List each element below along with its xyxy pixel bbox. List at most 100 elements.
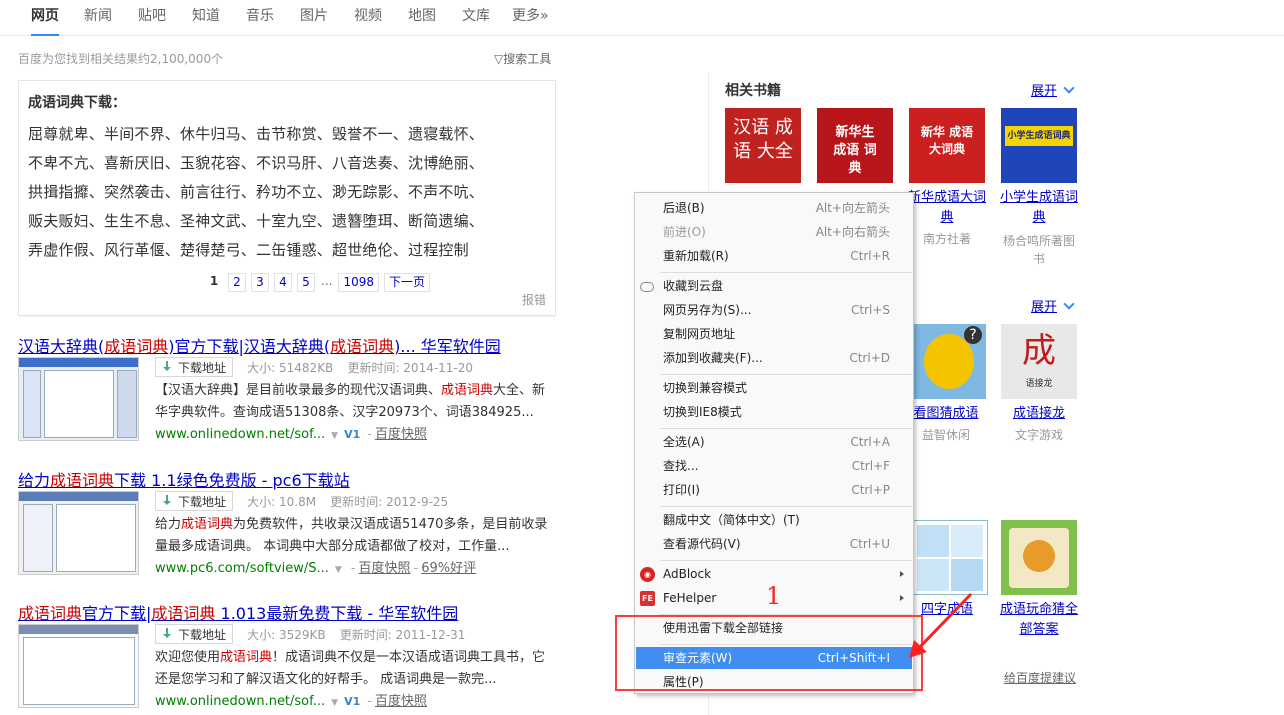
page-link[interactable]: 5: [297, 272, 315, 292]
menu-item-save-to-cloud[interactable]: 收藏到云盘: [636, 275, 912, 297]
search-result: 汉语大辞典(成语词典)官方下载|汉语大辞典(成语词典)... 华军软件园 下载地…: [18, 333, 558, 447]
app-icon[interactable]: [1001, 520, 1077, 595]
result-url[interactable]: www.pc6.com/softview/S...: [155, 561, 329, 576]
game-icon[interactable]: 成 语接龙: [1001, 324, 1077, 399]
menu-item-copy-url[interactable]: 复制网页地址: [636, 323, 912, 345]
idiom-row[interactable]: 弄虚作假、风行革偃、楚得楚弓、二缶锺惑、超世绝伦、过程控制: [28, 239, 469, 260]
idiom-download-card: 成语词典下载： 屈尊就卑、半间不界、休牛归马、击节称赏、毁誉不一、遗寝载怀、 不…: [18, 80, 556, 316]
related-books-title: 相关书籍: [725, 83, 781, 99]
book-cover[interactable]: 小学生成语词典: [1001, 108, 1077, 183]
idiom-row[interactable]: 贩夫贩妇、生生不息、圣神文武、十室九空、遗簪堕珥、断简遗编、: [28, 210, 484, 231]
result-thumbnail[interactable]: [18, 491, 139, 575]
game-category: 益智休闲: [921, 428, 970, 442]
result-url[interactable]: www.onlinedown.net/sof...: [155, 427, 325, 442]
menu-item-properties[interactable]: 属性(P): [636, 671, 912, 693]
idiom-row[interactable]: 拱揖指攠、突然袭击、前言往行、矜功不立、渺无踪影、不声不吭、: [28, 181, 484, 202]
game-title-link[interactable]: 成语接龙: [999, 404, 1079, 424]
tab-video[interactable]: 视频: [354, 6, 382, 36]
game-icon[interactable]: ?: [910, 324, 986, 399]
tab-music[interactable]: 音乐: [246, 6, 274, 36]
page-link[interactable]: 1098: [338, 272, 379, 292]
result-title-link[interactable]: 汉语大辞典(成语词典)官方下载|汉语大辞典(成语词典)... 华军软件园: [18, 333, 558, 356]
menu-item-inspect-element[interactable]: 审查元素(W) Ctrl+Shift+I: [636, 647, 912, 669]
app-icon[interactable]: [912, 520, 988, 595]
search-result: 给力成语词典下载 1.1绿色免费版 - pc6下载站 下载地址 大小: 10.8…: [18, 467, 558, 581]
search-tools-button[interactable]: ▽搜索工具: [494, 50, 551, 67]
book-cover-text: 新华 成语大词典: [920, 125, 974, 156]
idiom-pager: 1 2 3 4 5 ... 1098 下一页: [205, 272, 431, 292]
idiom-row[interactable]: 屈尊就卑、半间不界、休牛归马、击节称赏、毁誉不一、遗寝载怀、: [28, 123, 484, 144]
result-thumbnail[interactable]: [18, 624, 139, 708]
book-cover[interactable]: 新华 成语大词典: [909, 108, 985, 183]
expand-books-link[interactable]: 展开: [1031, 80, 1075, 99]
menu-item-reload[interactable]: 重新加载(R) Ctrl+R: [636, 245, 912, 267]
report-error-link[interactable]: 报错: [522, 291, 546, 308]
feedback-link[interactable]: 给百度提建议: [1004, 669, 1076, 686]
dropdown-caret-icon[interactable]: ▼: [331, 431, 338, 441]
book-cover-text: 汉语 成语 大全: [733, 117, 793, 162]
next-page-link[interactable]: 下一页: [384, 272, 431, 292]
menu-item-back[interactable]: 后退(B) Alt+向左箭头: [636, 197, 912, 219]
menu-separator: [660, 374, 912, 375]
tab-news[interactable]: 新闻: [84, 6, 112, 36]
snapshot-link[interactable]: 百度快照: [375, 694, 427, 709]
snapshot-link[interactable]: 百度快照: [359, 561, 411, 576]
download-button[interactable]: 下载地址: [155, 624, 234, 644]
menu-item-compat-mode[interactable]: 切换到兼容模式: [636, 377, 912, 399]
book-author: 杨合鸣所著图书: [1002, 234, 1075, 266]
tab-images[interactable]: 图片: [300, 6, 328, 36]
tab-tieba[interactable]: 贴吧: [138, 6, 166, 36]
menu-item-find[interactable]: 查找... Ctrl+F: [636, 455, 912, 477]
verified-badge-icon[interactable]: V1: [344, 695, 360, 708]
page-link[interactable]: 2: [228, 272, 246, 292]
book-cover[interactable]: 新华生 成语 词典: [817, 108, 893, 183]
snapshot-link[interactable]: 百度快照: [375, 427, 427, 442]
dropdown-caret-icon[interactable]: ▼: [335, 565, 342, 575]
page-link[interactable]: 3: [251, 272, 269, 292]
book-title-link[interactable]: 小学生成语词典: [999, 188, 1079, 228]
result-url-line: www.onlinedown.net/sof... ▼ V1- 百度快照: [155, 427, 427, 442]
download-button[interactable]: 下载地址: [155, 357, 234, 377]
download-button[interactable]: 下载地址: [155, 491, 234, 511]
result-url-line: www.pc6.com/softview/S... ▼ - 百度快照 -69%好评: [155, 561, 477, 576]
tab-map[interactable]: 地图: [408, 6, 436, 36]
book-cover-text: 小学生成语词典: [1005, 126, 1073, 146]
page-ellipsis: ...: [321, 273, 333, 288]
tab-zhidao[interactable]: 知道: [192, 6, 220, 36]
idiom-row[interactable]: 不卑不亢、喜新厌旧、玉貌花容、不识马肝、八音迭奏、沈博絶丽、: [28, 152, 484, 173]
result-url[interactable]: www.onlinedown.net/sof...: [155, 694, 325, 709]
menu-separator: [660, 428, 912, 429]
menu-item-print[interactable]: 打印(I) Ctrl+P: [636, 479, 912, 501]
menu-item-translate[interactable]: 翻成中文（简体中文）(T): [636, 509, 912, 531]
menu-item-forward[interactable]: 前进(O) Alt+向右箭头: [636, 221, 912, 243]
menu-item-add-favorite[interactable]: 添加到收藏夹(F)... Ctrl+D: [636, 347, 912, 369]
page-link[interactable]: 4: [274, 272, 292, 292]
result-thumbnail[interactable]: [18, 357, 139, 441]
result-url-line: www.onlinedown.net/sof... ▼ V1- 百度快照: [155, 694, 427, 709]
context-menu: 后退(B) Alt+向左箭头 前进(O) Alt+向右箭头 重新加载(R) Ctrl+…: [634, 192, 914, 694]
result-title-link[interactable]: 给力成语词典下载 1.1绿色免费版 - pc6下载站: [18, 467, 558, 490]
book-cover[interactable]: 汉语 成语 大全: [725, 108, 801, 183]
menu-item-select-all[interactable]: 全选(A) Ctrl+A: [636, 431, 912, 453]
menu-item-thunder-download[interactable]: 使用迅雷下载全部链接: [636, 617, 912, 639]
menu-separator: [660, 644, 912, 645]
tab-more[interactable]: 更多»: [512, 6, 549, 36]
menu-item-save-page-as[interactable]: 网页另存为(S)... Ctrl+S: [636, 299, 912, 321]
verified-badge-icon[interactable]: V1: [344, 428, 360, 441]
tab-web[interactable]: 网页: [31, 6, 59, 36]
dropdown-caret-icon[interactable]: ▼: [331, 698, 338, 708]
book-title-link[interactable]: 新华成语大词典: [907, 188, 987, 228]
menu-separator: [660, 614, 912, 615]
menu-separator: [660, 272, 912, 273]
result-title-link[interactable]: 成语词典官方下载|成语词典 1.013最新免费下载 - 华军软件园: [18, 600, 558, 623]
tab-wenku[interactable]: 文库: [462, 6, 490, 36]
menu-item-view-source[interactable]: 查看源代码(V) Ctrl+U: [636, 533, 912, 555]
fehelper-icon: FE: [640, 591, 655, 606]
menu-item-ie8-mode[interactable]: 切换到IE8模式: [636, 401, 912, 423]
search-result: 成语词典官方下载|成语词典 1.013最新免费下载 - 华军软件园 下载地址 大…: [18, 600, 558, 714]
page-current: 1: [209, 273, 219, 288]
game-title-link[interactable]: 看图猜成语: [906, 404, 986, 424]
app-title-link[interactable]: 成语玩命猜全部答案: [999, 600, 1079, 640]
expand-games-link[interactable]: 展开: [1031, 296, 1075, 315]
rating-link[interactable]: 69%好评: [421, 561, 476, 576]
